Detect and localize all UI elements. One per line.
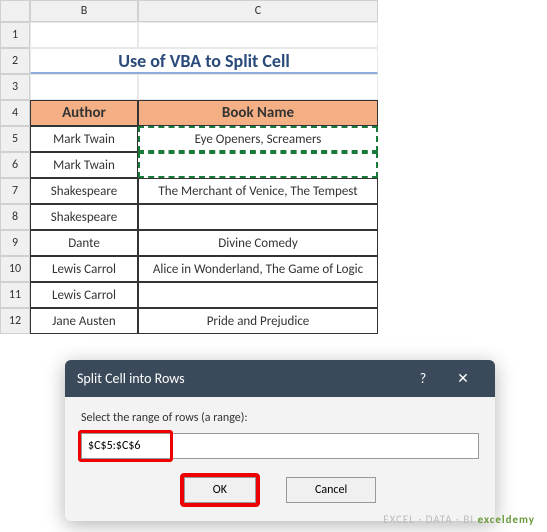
cancel-button[interactable]: Cancel	[286, 477, 376, 503]
help-icon[interactable]: ?	[403, 370, 443, 387]
row-header-4[interactable]: 4	[0, 100, 30, 126]
row-header-9[interactable]: 9	[0, 230, 30, 256]
ok-label: OK	[213, 483, 227, 497]
row-header-2[interactable]: 2	[0, 48, 30, 74]
row-header-6[interactable]: 6	[0, 152, 30, 178]
row-header-11[interactable]: 11	[0, 282, 30, 308]
cell-author-5[interactable]: Mark Twain	[30, 126, 138, 152]
row-header-12[interactable]: 12	[0, 308, 30, 334]
cell-author-11[interactable]: Lewis Carrol	[30, 282, 138, 308]
cell-book-11[interactable]	[138, 282, 378, 308]
title-cell[interactable]: Use of VBA to Split Cell	[30, 48, 378, 74]
header-book[interactable]: Book Name	[138, 100, 378, 126]
header-author[interactable]: Author	[30, 100, 138, 126]
cell-book-5[interactable]: Eye Openers, Screamers	[138, 126, 378, 152]
row-header-7[interactable]: 7	[0, 178, 30, 204]
row-header-8[interactable]: 8	[0, 204, 30, 230]
watermark-brand: exceldemy	[478, 513, 535, 526]
cell-book-9[interactable]: Divine Comedy	[138, 230, 378, 256]
ok-button[interactable]: OK	[184, 477, 256, 503]
range-input[interactable]	[81, 433, 479, 459]
dialog-titlebar[interactable]: Split Cell into Rows ? ✕	[65, 360, 495, 397]
cell-b3[interactable]	[30, 74, 138, 100]
watermark: EXCEL · DATA · BI exceldemy	[383, 513, 535, 526]
row-header-10[interactable]: 10	[0, 256, 30, 282]
cell-book-7[interactable]: The Merchant of Venice, The Tempest	[138, 178, 378, 204]
cell-author-10[interactable]: Lewis Carrol	[30, 256, 138, 282]
cell-book-6[interactable]	[138, 152, 378, 178]
row-header-5[interactable]: 5	[0, 126, 30, 152]
close-icon[interactable]: ✕	[443, 370, 483, 387]
col-header-c[interactable]: C	[138, 0, 378, 22]
cell-book-12[interactable]: Pride and Prejudice	[138, 308, 378, 334]
cell-author-8[interactable]: Shakespeare	[30, 204, 138, 230]
watermark-left: EXCEL · DATA · BI	[383, 513, 474, 526]
row-header-1[interactable]: 1	[0, 22, 30, 48]
cell-author-7[interactable]: Shakespeare	[30, 178, 138, 204]
cell-c1[interactable]	[138, 22, 378, 48]
select-all-corner[interactable]	[0, 0, 30, 22]
input-dialog: Split Cell into Rows ? ✕ Select the rang…	[65, 360, 495, 521]
col-header-b[interactable]: B	[30, 0, 138, 22]
cell-c3[interactable]	[138, 74, 378, 100]
dialog-label: Select the range of rows (a range):	[81, 411, 479, 425]
cell-author-9[interactable]: Dante	[30, 230, 138, 256]
dialog-title-text: Split Cell into Rows	[77, 370, 185, 387]
cell-b1[interactable]	[30, 22, 138, 48]
cell-author-6[interactable]: Mark Twain	[30, 152, 138, 178]
row-header-3[interactable]: 3	[0, 74, 30, 100]
cell-author-12[interactable]: Jane Austen	[30, 308, 138, 334]
cell-book-8[interactable]	[138, 204, 378, 230]
dialog-body: Select the range of rows (a range): OK C…	[65, 397, 495, 521]
spreadsheet-grid[interactable]: B C 1 2 Use of VBA to Split Cell 3 4 Aut…	[0, 0, 547, 334]
cell-book-10[interactable]: Alice in Wonderland, The Game of Logic	[138, 256, 378, 282]
